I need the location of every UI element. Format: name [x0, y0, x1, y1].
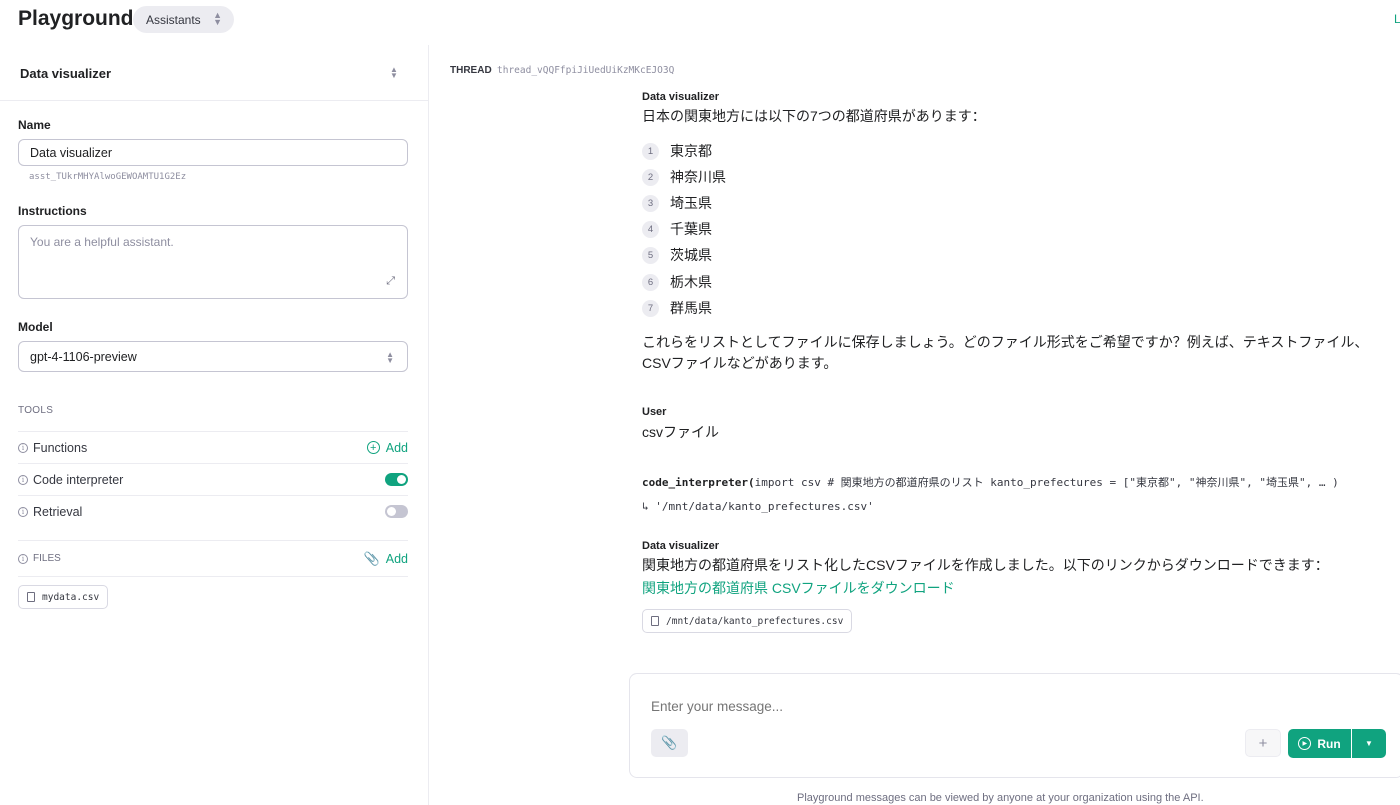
- tool-row-functions: i Functions + Add: [18, 431, 408, 463]
- attachment-name: /mnt/data/kanto_prefectures.csv: [666, 615, 844, 627]
- paperclip-icon: 📎: [363, 550, 380, 566]
- chevron-updown-icon: ▲ ▼: [213, 10, 222, 27]
- attachment-chip[interactable]: /mnt/data/kanto_prefectures.csv: [642, 609, 853, 633]
- tool-name: Retrieval: [33, 504, 83, 519]
- list-number: 5: [642, 246, 659, 264]
- assistant-sidebar: Data visualizer ▲ ▼ Name Data visualizer …: [0, 45, 429, 805]
- list-item-text: 群馬県: [670, 300, 712, 316]
- chevron-updown-icon: ▲ ▼: [390, 65, 398, 80]
- add-file-button[interactable]: 📎 Add: [364, 551, 408, 567]
- tool-row-retrieval: i Retrieval: [18, 495, 408, 527]
- info-icon[interactable]: i: [18, 442, 28, 453]
- document-icon: [651, 616, 659, 626]
- top-header: Playground Assistants ▲ ▼ L: [0, 0, 1400, 40]
- tool-call[interactable]: code_interpreter(import csv # 関東地方の都道府県の…: [642, 474, 1339, 490]
- attach-button[interactable]: 📎: [651, 729, 688, 757]
- list-number: 7: [642, 299, 659, 317]
- code-interpreter-toggle[interactable]: [385, 473, 408, 486]
- files-section: i FILES 📎 Add: [18, 540, 408, 577]
- model-select-value: gpt-4-1106-preview: [30, 349, 137, 364]
- message-input[interactable]: [651, 699, 1251, 714]
- list-number: 2: [642, 168, 659, 186]
- list-item: 6 栃木県: [642, 272, 712, 292]
- info-icon[interactable]: i: [18, 506, 28, 517]
- run-button-label: Run: [1317, 736, 1341, 751]
- list-item: 4 千葉県: [642, 219, 712, 239]
- add-file-label: Add: [385, 551, 408, 566]
- plus-circle-icon: +: [366, 441, 380, 454]
- thread-label: THREAD: [450, 65, 492, 76]
- add-function-button[interactable]: + Add: [366, 440, 408, 455]
- app-title: Playground: [18, 7, 134, 30]
- caret-down-icon: ▼: [1365, 739, 1373, 748]
- instructions-label: Instructions: [18, 204, 87, 218]
- tool-output: ↳ '/mnt/data/kanto_prefectures.csv': [642, 500, 874, 513]
- add-function-label: Add: [385, 440, 408, 455]
- list-number: 6: [642, 273, 659, 291]
- retrieval-toggle[interactable]: [385, 505, 408, 518]
- list-number: 1: [642, 142, 659, 160]
- message-role: User: [642, 406, 667, 418]
- list-item-text: 千葉県: [670, 221, 712, 237]
- model-label: Model: [18, 320, 53, 334]
- paperclip-icon: 📎: [661, 735, 678, 750]
- tool-call-name: code_interpreter(: [642, 476, 755, 489]
- run-button[interactable]: ▶ Run: [1288, 729, 1351, 758]
- message-text: csvファイル: [642, 424, 719, 440]
- add-message-button[interactable]: +: [1245, 729, 1281, 757]
- file-name: mydata.csv: [42, 591, 100, 603]
- download-link[interactable]: 関東地方の都道府県 CSVファイルをダウンロード: [642, 578, 955, 598]
- message-text: 日本の関東地方には以下の7つの都道府県があります：: [642, 108, 986, 124]
- file-chip[interactable]: mydata.csv: [18, 585, 109, 609]
- list-item: 7 群馬県: [642, 298, 712, 318]
- list-item: 2 神奈川県: [642, 167, 726, 187]
- info-icon[interactable]: i: [18, 553, 28, 564]
- toggle-knob: [387, 507, 396, 516]
- instructions-field[interactable]: You are a helpful assistant. ⤢: [18, 225, 408, 299]
- play-icon: ▶: [1298, 737, 1312, 750]
- name-label: Name: [18, 118, 51, 132]
- list-item-text: 栃木県: [670, 274, 712, 290]
- assistant-selector-label: Data visualizer: [20, 66, 112, 81]
- info-icon[interactable]: i: [18, 474, 28, 485]
- list-number: 3: [642, 194, 659, 212]
- name-field-value: Data visualizer: [30, 145, 112, 160]
- message-text: 関東地方の都道府県をリスト化したCSVファイルを作成しました。以下のリンクからダ…: [642, 557, 1329, 573]
- tool-call-code: import csv # 関東地方の都道府県のリスト kanto_prefect…: [754, 476, 1339, 489]
- tool-name: Functions: [33, 440, 88, 455]
- list-number: 4: [642, 220, 659, 238]
- message-composer: 📎 + ▶ Run ▼: [629, 673, 1400, 778]
- list-item: 3 埼玉県: [642, 193, 712, 213]
- header-right-link[interactable]: L: [1394, 12, 1400, 26]
- run-options-button[interactable]: ▼: [1352, 729, 1386, 758]
- name-field[interactable]: Data visualizer: [18, 139, 408, 166]
- mode-selector-label: Assistants: [146, 12, 201, 27]
- list-item-text: 茨城県: [670, 247, 712, 263]
- tools-section-label: TOOLS: [18, 405, 54, 416]
- toggle-knob: [397, 475, 406, 484]
- thread-id: thread_vQQFfpiJiUedUiKzMKcEJO3Q: [497, 65, 675, 76]
- tool-name: Code interpreter: [33, 472, 124, 487]
- message-role: Data visualizer: [642, 540, 720, 552]
- document-icon: [27, 592, 35, 602]
- model-select[interactable]: gpt-4-1106-preview ▲ ▼: [18, 341, 408, 372]
- mode-selector[interactable]: Assistants ▲ ▼: [133, 6, 234, 33]
- footer-note: Playground messages can be viewed by any…: [797, 792, 1204, 804]
- message-text: これらをリストとしてファイルに保存しましょう。どのファイル形式をご希望ですか？例…: [642, 334, 1369, 350]
- list-item: 1 東京都: [642, 141, 712, 161]
- list-item-text: 神奈川県: [670, 169, 726, 185]
- list-item-text: 埼玉県: [670, 195, 712, 211]
- plus-icon: +: [1258, 734, 1268, 752]
- list-item-text: 東京都: [670, 143, 712, 159]
- instructions-placeholder: You are a helpful assistant.: [30, 235, 174, 249]
- expand-icon[interactable]: ⤢: [386, 275, 395, 288]
- list-item: 5 茨城県: [642, 245, 712, 265]
- tool-row-code-interpreter: i Code interpreter: [18, 463, 408, 495]
- message-role: Data visualizer: [642, 91, 720, 103]
- assistant-selector[interactable]: Data visualizer ▲ ▼: [0, 45, 428, 101]
- message-text: CSVファイルなどがあります。: [642, 355, 838, 371]
- assistant-id: asst_TUkrMHYAlwoGEWOAMTU1G2Ez: [29, 172, 187, 182]
- chevron-updown-icon: ▲ ▼: [386, 350, 394, 365]
- files-section-label: FILES: [33, 553, 61, 564]
